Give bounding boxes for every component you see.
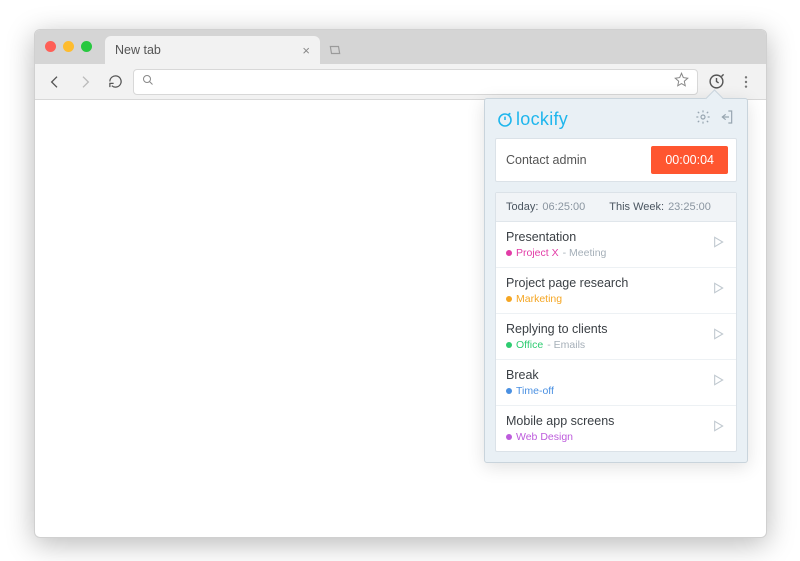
time-entry[interactable]: Replying to clients Office - Emails	[496, 313, 736, 359]
close-window-button[interactable]	[45, 41, 56, 52]
stop-timer-button[interactable]: 00:00:04	[651, 146, 728, 174]
play-icon[interactable]	[710, 326, 726, 347]
logout-icon[interactable]	[719, 109, 735, 130]
tab-strip: New tab ×	[35, 30, 766, 64]
summary-week: This Week: 23:25:00	[609, 201, 711, 213]
settings-icon[interactable]	[695, 109, 711, 130]
summary-today-label: Today:	[506, 201, 538, 213]
entry-task: - Emails	[547, 339, 585, 351]
browser-menu-icon[interactable]	[734, 70, 758, 94]
entry-project: Office	[516, 339, 543, 351]
summary-week-value: 23:25:00	[668, 201, 711, 213]
entry-title: Break	[506, 368, 554, 382]
time-summary: Today: 06:25:00 This Week: 23:25:00	[496, 193, 736, 222]
new-tab-button[interactable]	[324, 40, 346, 60]
play-icon[interactable]	[710, 372, 726, 393]
project-color-dot	[506, 388, 512, 394]
play-icon[interactable]	[710, 234, 726, 255]
tab-title: New tab	[115, 43, 161, 57]
summary-today-value: 06:25:00	[542, 201, 585, 213]
active-timer: Contact admin 00:00:04	[495, 138, 737, 182]
play-icon[interactable]	[710, 280, 726, 301]
summary-today: Today: 06:25:00	[506, 201, 585, 213]
play-icon[interactable]	[710, 418, 726, 439]
popup-header: lockify	[485, 99, 747, 138]
logo-text: lockify	[516, 109, 568, 130]
clockify-popup: lockify Contact admin 00:00:04 Today: 06…	[484, 98, 748, 463]
project-color-dot	[506, 296, 512, 302]
back-button[interactable]	[43, 70, 67, 94]
minimize-window-button[interactable]	[63, 41, 74, 52]
browser-tab[interactable]: New tab ×	[105, 36, 320, 64]
entry-project: Project X	[516, 247, 559, 259]
entry-title: Mobile app screens	[506, 414, 614, 428]
bookmark-star-icon[interactable]	[674, 72, 689, 92]
project-color-dot	[506, 250, 512, 256]
entry-title: Project page research	[506, 276, 628, 290]
entry-project: Web Design	[516, 431, 573, 443]
clockify-logo: lockify	[497, 109, 568, 130]
search-icon	[142, 73, 154, 91]
project-color-dot	[506, 434, 512, 440]
active-timer-label[interactable]: Contact admin	[506, 153, 587, 167]
entry-project: Marketing	[516, 293, 562, 305]
reload-button[interactable]	[103, 70, 127, 94]
browser-toolbar	[35, 64, 766, 100]
window-controls	[45, 41, 92, 52]
address-bar[interactable]	[133, 69, 698, 95]
entry-project: Time-off	[516, 385, 554, 397]
time-entry[interactable]: Project page research Marketing	[496, 267, 736, 313]
maximize-window-button[interactable]	[81, 41, 92, 52]
summary-week-label: This Week:	[609, 201, 664, 213]
time-entry[interactable]: Break Time-off	[496, 359, 736, 405]
time-entry[interactable]: Presentation Project X - Meeting	[496, 222, 736, 267]
entry-title: Presentation	[506, 230, 606, 244]
project-color-dot	[506, 342, 512, 348]
forward-button[interactable]	[73, 70, 97, 94]
entry-title: Replying to clients	[506, 322, 607, 336]
close-tab-icon[interactable]: ×	[302, 43, 310, 58]
time-entries-list: Today: 06:25:00 This Week: 23:25:00 Pres…	[495, 192, 737, 452]
time-entry[interactable]: Mobile app screens Web Design	[496, 405, 736, 451]
browser-window: New tab ×	[34, 29, 767, 538]
entry-task: - Meeting	[563, 247, 607, 259]
